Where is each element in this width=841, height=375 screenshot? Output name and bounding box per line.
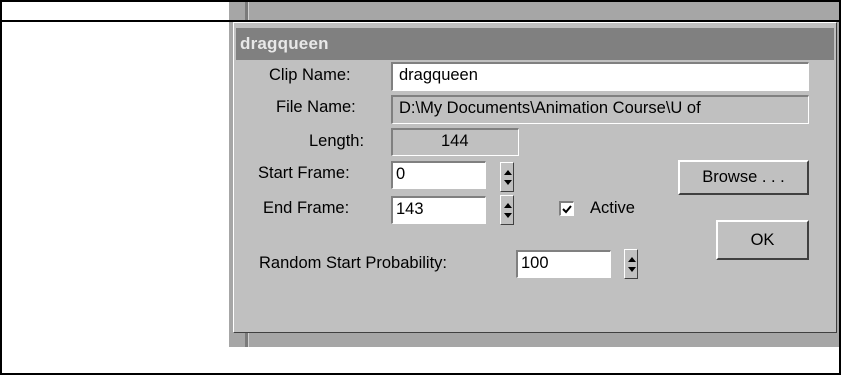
length-label: Length: — [309, 132, 365, 150]
clip-name-label: Clip Name: — [269, 66, 351, 84]
start-frame-spinner[interactable] — [500, 162, 514, 192]
clip-properties-dialog: dragqueen Clip Name: dragqueen File Name… — [233, 22, 837, 333]
file-name-label: File Name: — [276, 98, 356, 116]
strip-groove-top — [245, 0, 249, 22]
end-frame-field[interactable]: 143 — [391, 196, 486, 224]
spinner-down-icon — [504, 213, 512, 218]
end-frame-value: 143 — [396, 200, 424, 218]
frame-line-divider — [0, 20, 841, 22]
spinner-up-icon — [504, 170, 512, 175]
frame-line-top — [0, 0, 841, 2]
random-start-spinner[interactable] — [624, 249, 638, 279]
clip-name-field[interactable]: dragqueen — [391, 62, 809, 91]
browse-button-label: Browse . . . — [702, 168, 785, 186]
start-frame-field[interactable]: 0 — [391, 161, 486, 189]
strip-groove-bottom — [245, 333, 249, 347]
spinner-down-icon — [504, 180, 512, 185]
length-value: 144 — [441, 132, 469, 150]
file-name-value: D:\My Documents\Animation Course\U of — [399, 99, 701, 117]
random-start-value: 100 — [521, 254, 549, 272]
ok-button-label: OK — [750, 231, 775, 249]
frame-line-left — [0, 0, 2, 375]
dialog-titlebar: dragqueen — [236, 28, 834, 60]
length-field: 144 — [391, 128, 519, 156]
random-start-label: Random Start Probability: — [259, 254, 448, 272]
random-start-field[interactable]: 100 — [516, 250, 611, 278]
end-frame-label: End Frame: — [263, 199, 350, 217]
file-name-field: D:\My Documents\Animation Course\U of — [391, 95, 809, 124]
active-checkbox[interactable] — [559, 201, 574, 216]
page-canvas: dragqueen Clip Name: dragqueen File Name… — [0, 0, 841, 375]
start-frame-value: 0 — [396, 165, 406, 183]
browse-button[interactable]: Browse . . . — [678, 160, 809, 195]
start-frame-label: Start Frame: — [258, 164, 350, 182]
clip-name-value: dragqueen — [399, 66, 478, 84]
dialog-title: dragqueen — [240, 34, 329, 53]
ok-button[interactable]: OK — [716, 220, 809, 260]
check-mark-icon — [562, 205, 572, 214]
spinner-up-icon — [504, 203, 512, 208]
spinner-up-icon — [628, 257, 636, 262]
end-frame-spinner[interactable] — [500, 195, 514, 225]
active-label: Active — [590, 199, 635, 217]
spinner-down-icon — [628, 267, 636, 272]
